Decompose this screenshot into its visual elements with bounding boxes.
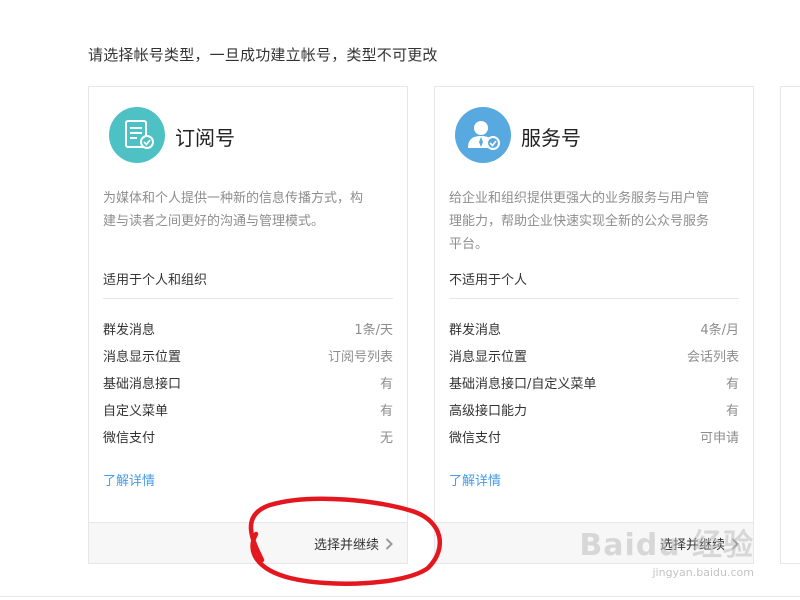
- chevron-right-icon: [385, 537, 393, 550]
- feature-name: 群发消息: [103, 323, 156, 338]
- feature-value: 可申请: [699, 431, 739, 446]
- learn-more-link[interactable]: 了解详情: [449, 470, 501, 489]
- select-continue-button[interactable]: 选择并继续: [314, 534, 393, 553]
- feature-value: 有: [725, 377, 739, 392]
- card-title: 服务号: [521, 126, 581, 150]
- learn-more-link[interactable]: 了解详情: [103, 470, 155, 489]
- feature-value: 有: [379, 377, 393, 392]
- divider: [449, 298, 739, 299]
- feature-row: 基础消息接口/自定义菜单 有: [449, 375, 739, 402]
- feature-value: 订阅号列表: [327, 350, 393, 365]
- feature-name: 基础消息接口/自定义菜单: [449, 377, 597, 392]
- card-description: 为媒体和个人提供一种新的信息传播方式，构 建与读者之间更好的沟通与管理模式。: [103, 187, 395, 233]
- feature-list: 群发消息 4条/月 消息显示位置 会话列表 基础消息接口/自定义菜单 有 高级接…: [449, 321, 739, 456]
- description-line: 建与读者之间更好的沟通与管理模式。: [103, 214, 325, 229]
- feature-list: 群发消息 1条/天 消息显示位置 订阅号列表 基础消息接口 有 自定义菜单 有 …: [103, 321, 393, 456]
- service-person-icon: [455, 107, 511, 163]
- feature-name: 高级接口能力: [449, 404, 528, 419]
- feature-row: 高级接口能力 有: [449, 402, 739, 429]
- feature-value: 会话列表: [686, 350, 739, 365]
- baidu-watermark-logo: Baidu 经验: [579, 528, 754, 563]
- feature-row: 消息显示位置 订阅号列表: [103, 348, 393, 375]
- divider: [103, 298, 393, 299]
- watermark-url: jingyan.baidu.com: [652, 566, 754, 579]
- feature-row: 基础消息接口 有: [103, 375, 393, 402]
- feature-row: 微信支付 无: [103, 429, 393, 456]
- feature-row: 消息显示位置 会话列表: [449, 348, 739, 375]
- card-description: 给企业和组织提供更强大的业务服务与用户管 理能力，帮助企业快速实现全新的公众号服…: [449, 187, 741, 256]
- page-title: 请选择帐号类型，一旦成功建立帐号，类型不可更改: [88, 46, 438, 64]
- subscription-document-icon: [109, 107, 165, 163]
- card-scope: 不适用于个人: [449, 273, 528, 288]
- feature-row: 自定义菜单 有: [103, 402, 393, 429]
- account-type-card-subscription: 订阅号 为媒体和个人提供一种新的信息传播方式，构 建与读者之间更好的沟通与管理模…: [88, 86, 408, 564]
- card-scope: 适用于个人和组织: [103, 273, 208, 288]
- account-type-card-service: 服务号 给企业和组织提供更强大的业务服务与用户管 理能力，帮助企业快速实现全新的…: [434, 86, 754, 564]
- feature-row: 群发消息 1条/天: [103, 321, 393, 348]
- feature-row: 微信支付 可申请: [449, 429, 739, 456]
- description-line: 理能力，帮助企业快速实现全新的公众号服务: [449, 214, 710, 229]
- feature-value: 4条/月: [700, 323, 739, 338]
- feature-name: 自定义菜单: [103, 404, 169, 419]
- description-line: 平台。: [449, 237, 489, 252]
- description-line: 给企业和组织提供更强大的业务服务与用户管: [449, 191, 710, 206]
- feature-row: 群发消息 4条/月: [449, 321, 739, 348]
- select-continue-label: 选择并继续: [313, 538, 379, 553]
- feature-value: 有: [725, 404, 739, 419]
- account-type-card-partial: [780, 86, 800, 564]
- feature-name: 微信支付: [103, 431, 156, 446]
- card-footer: 选择并继续: [89, 522, 407, 563]
- feature-name: 基础消息接口: [103, 377, 182, 392]
- feature-name: 消息显示位置: [449, 350, 528, 365]
- description-line: 为媒体和个人提供一种新的信息传播方式，构: [103, 191, 364, 206]
- card-title: 订阅号: [175, 126, 235, 150]
- feature-name: 微信支付: [449, 431, 502, 446]
- feature-value: 无: [379, 431, 393, 446]
- feature-name: 消息显示位置: [103, 350, 182, 365]
- feature-name: 群发消息: [449, 323, 502, 338]
- feature-value: 1条/天: [354, 323, 393, 338]
- feature-value: 有: [379, 404, 393, 419]
- divider: [0, 596, 800, 597]
